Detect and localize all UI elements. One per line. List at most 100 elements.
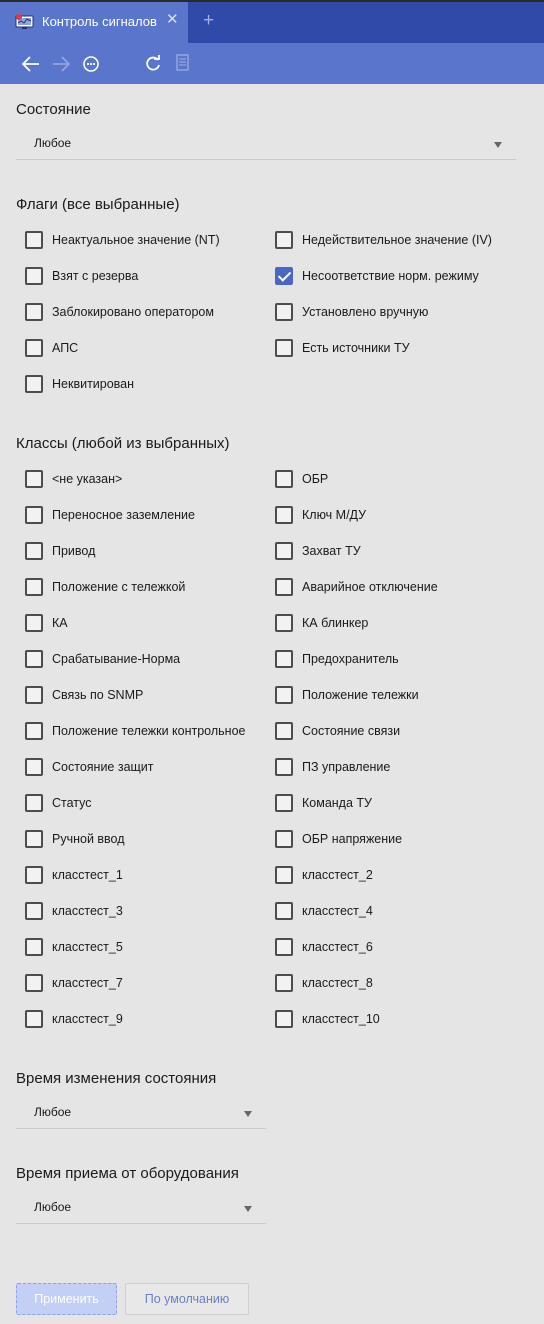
checkbox-row[interactable]: Положение тележки контрольное: [25, 721, 245, 741]
state-select-value: Любое: [34, 136, 72, 150]
checkbox[interactable]: [275, 470, 293, 488]
reset-default-button[interactable]: По умолчанию: [125, 1283, 249, 1315]
checkbox[interactable]: [275, 1010, 293, 1028]
checkbox-row[interactable]: класстест_8: [275, 973, 373, 993]
checkbox[interactable]: [25, 339, 43, 357]
state-select[interactable]: Любое: [16, 130, 516, 160]
checkbox[interactable]: [25, 830, 43, 848]
checkbox-row[interactable]: КА: [25, 613, 68, 633]
checkbox-label: класстест_6: [302, 940, 373, 954]
checkbox-row[interactable]: класстест_9: [25, 1009, 123, 1029]
checkbox[interactable]: [25, 866, 43, 884]
checkbox-row[interactable]: Переносное заземление: [25, 505, 195, 525]
checkbox-row[interactable]: <не указан>: [25, 469, 122, 489]
checkbox-row[interactable]: класстест_3: [25, 901, 123, 921]
checkbox-label: АПС: [52, 341, 79, 355]
checkbox[interactable]: [275, 578, 293, 596]
checkbox[interactable]: [275, 794, 293, 812]
more-options-icon[interactable]: [80, 53, 102, 75]
add-tab-icon[interactable]: +: [203, 11, 214, 30]
apply-button[interactable]: Применить: [16, 1283, 117, 1315]
checkbox[interactable]: [25, 470, 43, 488]
checkbox[interactable]: [25, 974, 43, 992]
checkbox-row[interactable]: Неквитирован: [25, 374, 134, 394]
checkbox-row[interactable]: ПЗ управление: [275, 757, 390, 777]
checkbox[interactable]: [25, 1010, 43, 1028]
checkbox[interactable]: [275, 506, 293, 524]
checkbox[interactable]: [275, 938, 293, 956]
checkbox-row[interactable]: Связь по SNMP: [25, 685, 143, 705]
checkbox[interactable]: [275, 866, 293, 884]
checkbox-row[interactable]: Состояние защит: [25, 757, 154, 777]
checkbox[interactable]: [25, 578, 43, 596]
checkbox[interactable]: [25, 650, 43, 668]
checkbox-row[interactable]: Ручной ввод: [25, 829, 125, 849]
checkbox-row[interactable]: Есть источники ТУ: [275, 338, 410, 358]
checkbox-row[interactable]: класстест_2: [275, 865, 373, 885]
checkbox-row[interactable]: Установлено вручную: [275, 302, 428, 322]
checkbox-row[interactable]: класстест_5: [25, 937, 123, 957]
close-icon[interactable]: ✕: [166, 12, 179, 27]
checkbox[interactable]: [25, 938, 43, 956]
checkbox-row[interactable]: Положение с тележкой: [25, 577, 185, 597]
checkbox[interactable]: [25, 231, 43, 249]
checkbox-row[interactable]: класстест_10: [275, 1009, 380, 1029]
checkbox-row[interactable]: Предохранитель: [275, 649, 399, 669]
checkbox[interactable]: [25, 506, 43, 524]
checkbox[interactable]: [25, 794, 43, 812]
checkbox[interactable]: [25, 902, 43, 920]
checkbox-row[interactable]: Взят с резерва: [25, 266, 138, 286]
checkbox-row[interactable]: класстест_7: [25, 973, 123, 993]
checkbox[interactable]: [275, 902, 293, 920]
checkbox-row[interactable]: Неактуальное значение (NT): [25, 230, 220, 250]
checkbox-row[interactable]: Заблокировано оператором: [25, 302, 214, 322]
checkbox-row[interactable]: Срабатывание-Норма: [25, 649, 180, 669]
checkbox[interactable]: [275, 339, 293, 357]
checkbox-row[interactable]: класстест_4: [275, 901, 373, 921]
checkbox[interactable]: [275, 686, 293, 704]
checkbox-row[interactable]: Аварийное отключение: [275, 577, 438, 597]
checkbox[interactable]: [25, 722, 43, 740]
checkbox-row[interactable]: Ключ М/ДУ: [275, 505, 366, 525]
document-icon[interactable]: [172, 53, 194, 75]
checkbox[interactable]: [25, 758, 43, 776]
checkbox[interactable]: [275, 650, 293, 668]
refresh-icon[interactable]: [142, 53, 164, 75]
checkbox[interactable]: [275, 974, 293, 992]
checkbox[interactable]: [275, 758, 293, 776]
checkbox-row[interactable]: Состояние связи: [275, 721, 400, 741]
checkbox-row[interactable]: Захват ТУ: [275, 541, 361, 561]
checkbox[interactable]: [25, 267, 43, 285]
checkbox[interactable]: [25, 614, 43, 632]
change-time-select[interactable]: Любое: [16, 1099, 266, 1129]
checkbox[interactable]: [25, 375, 43, 393]
checkbox[interactable]: [275, 303, 293, 321]
checkbox-label: класстест_9: [52, 1012, 123, 1026]
checkbox[interactable]: [275, 614, 293, 632]
checkbox[interactable]: [275, 231, 293, 249]
checkbox[interactable]: [25, 303, 43, 321]
checkbox-row[interactable]: КА блинкер: [275, 613, 368, 633]
checkbox-label: класстест_5: [52, 940, 123, 954]
checkbox[interactable]: [25, 686, 43, 704]
back-arrow-icon[interactable]: [20, 53, 42, 75]
checkbox-row[interactable]: АПС: [25, 338, 78, 358]
checkbox[interactable]: [275, 542, 293, 560]
receive-time-select[interactable]: Любое: [16, 1194, 266, 1224]
checkbox-row[interactable]: Команда ТУ: [275, 793, 372, 813]
checkbox-row[interactable]: Привод: [25, 541, 95, 561]
checkbox-checked[interactable]: [275, 267, 293, 285]
checkbox-row[interactable]: Статус: [25, 793, 92, 813]
tab-signal-control[interactable]: Контроль сигналов ✕: [0, 2, 188, 43]
checkbox-row[interactable]: Недействительное значение (IV): [275, 230, 492, 250]
forward-arrow-icon[interactable]: [50, 53, 72, 75]
checkbox-row[interactable]: ОБР: [275, 469, 328, 489]
checkbox-row[interactable]: Положение тележки: [275, 685, 419, 705]
checkbox[interactable]: [275, 722, 293, 740]
checkbox-row[interactable]: класстест_6: [275, 937, 373, 957]
checkbox[interactable]: [25, 542, 43, 560]
checkbox-row[interactable]: Несоответствие норм. режиму: [275, 266, 479, 286]
checkbox-row[interactable]: ОБР напряжение: [275, 829, 402, 849]
checkbox[interactable]: [275, 830, 293, 848]
checkbox-row[interactable]: класстест_1: [25, 865, 123, 885]
